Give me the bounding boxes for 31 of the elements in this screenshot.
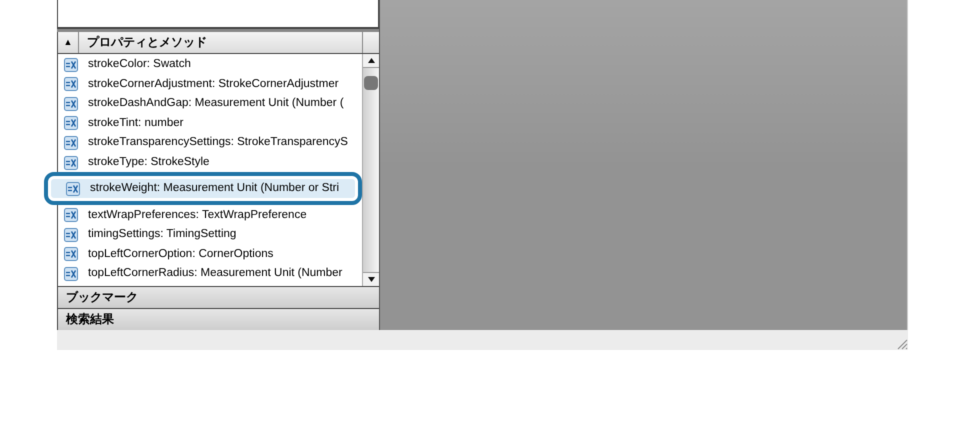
scroll-up-icon[interactable]: [363, 54, 379, 68]
property-row[interactable]: textWrapPreferences: TextWrapPreference: [58, 205, 362, 225]
property-icon: [64, 77, 78, 92]
scrollbar[interactable]: [362, 54, 379, 286]
property-row[interactable]: topLeftCornerRadius: Measurement Unit (Number: [58, 264, 362, 284]
property-row[interactable]: strokeTint: number: [58, 114, 362, 134]
property-row[interactable]: strokeDashAndGap: Measurement Unit (Number (: [58, 94, 362, 114]
property-icon: [66, 182, 80, 196]
property-icon: [64, 266, 78, 281]
property-row[interactable]: strokeCornerAdjustment: StrokeCornerAdjustmer: [58, 74, 362, 94]
property-row[interactable]: strokeTransparencySettings: StrokeTransparencyS: [58, 133, 362, 153]
property-row[interactable]: strokeColor: Swatch: [58, 54, 362, 74]
property-icon: [64, 156, 78, 170]
property-row[interactable]: timingSettings: TimingSetting: [58, 224, 362, 245]
property-icon: [64, 208, 78, 222]
property-icon: [64, 96, 78, 111]
section-header[interactable]: ブックマーク: [57, 286, 379, 308]
property-row[interactable]: strokeType: StrokeStyle: [58, 152, 362, 172]
property-icon: [64, 58, 78, 72]
column-header[interactable]: プロパティとメソッド: [79, 32, 362, 53]
property-icon: [64, 116, 78, 130]
property-row[interactable]: topLeftCornerOption: CornerOptions: [58, 244, 362, 264]
property-icon: [64, 136, 78, 150]
sort-button[interactable]: ▲: [58, 32, 79, 53]
property-row[interactable]: strokeWeight: Measurement Unit (Number or Stri: [44, 172, 362, 206]
scroll-thumb[interactable]: [364, 76, 378, 90]
property-icon: [64, 247, 78, 262]
section-header[interactable]: 検索結果: [57, 308, 379, 330]
resize-grip-icon[interactable]: [896, 338, 908, 350]
scroll-down-icon[interactable]: [363, 272, 379, 286]
property-icon: [64, 228, 78, 242]
